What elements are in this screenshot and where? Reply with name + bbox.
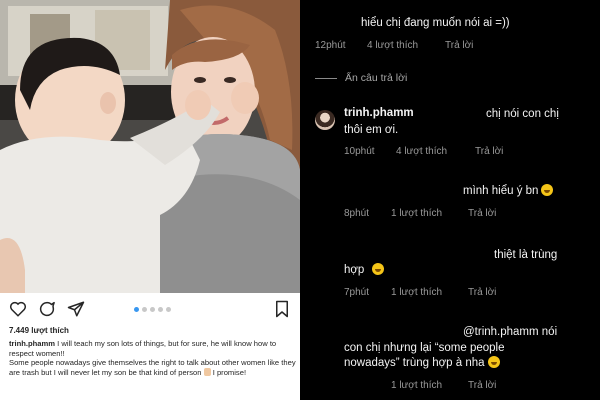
grinning-emoji-icon bbox=[372, 263, 385, 275]
bookmark-icon[interactable] bbox=[273, 300, 291, 318]
carousel-indicator bbox=[134, 307, 171, 312]
reply-button[interactable]: Trả lời bbox=[475, 146, 503, 157]
caption-username[interactable]: trinh.phamm bbox=[9, 339, 55, 348]
like-count[interactable]: 7.449 lượt thích bbox=[9, 326, 69, 335]
comment-likes[interactable]: 1 lượt thích bbox=[391, 287, 442, 298]
comment-text: con chị nhưng lại “some people bbox=[344, 342, 505, 354]
comment-text-content: hợp bbox=[344, 264, 365, 276]
comment-text: thiệt là trùng bbox=[494, 249, 558, 261]
hand-emoji-icon bbox=[203, 367, 211, 376]
comment-likes[interactable]: 4 lượt thích bbox=[396, 146, 447, 157]
reply-button[interactable]: Trả lời bbox=[445, 40, 473, 51]
comment-text: @trinh.phamm nói bbox=[463, 326, 558, 338]
comment-likes[interactable]: 1 lượt thích bbox=[391, 208, 442, 219]
comment-thread bbox=[300, 0, 600, 400]
reply-button[interactable]: Trả lời bbox=[468, 380, 496, 391]
caption-text-2: Some people nowadays give themselves the… bbox=[9, 358, 296, 377]
hide-replies-button[interactable]: Ẩn câu trả lời bbox=[345, 72, 407, 84]
share-icon[interactable] bbox=[67, 300, 85, 318]
comment-likes[interactable]: 1 lượt thích bbox=[391, 380, 442, 391]
carousel-dot bbox=[150, 307, 155, 312]
comment-time: 8phút bbox=[344, 208, 370, 219]
caption-text-3: I promise! bbox=[210, 367, 247, 377]
avatar[interactable] bbox=[315, 110, 335, 130]
carousel-dot bbox=[134, 307, 139, 312]
comment-text-content: nowadays” trùng hợp à nha bbox=[344, 357, 485, 369]
instagram-post: 7.449 lượt thích trinh.phamm I will teac… bbox=[0, 0, 300, 400]
post-action-bar bbox=[0, 296, 300, 322]
carousel-dot bbox=[158, 307, 163, 312]
carousel-dot bbox=[142, 307, 147, 312]
comment-time: 12phút bbox=[315, 40, 346, 51]
comment-text: hợp bbox=[344, 263, 385, 278]
comment-username[interactable]: trinh.phamm bbox=[344, 107, 414, 119]
reply-button[interactable]: Trả lời bbox=[468, 208, 496, 219]
reply-button[interactable]: Trả lời bbox=[468, 287, 496, 298]
post-photo[interactable] bbox=[0, 0, 300, 293]
laughing-emoji-icon bbox=[541, 184, 554, 196]
comment-likes[interactable]: 4 lượt thích bbox=[367, 40, 418, 51]
carousel-dot bbox=[166, 307, 171, 312]
comment-icon[interactable] bbox=[38, 300, 56, 318]
comment-text-content: mình hiểu ý bn bbox=[463, 185, 539, 197]
laughing-emoji-icon bbox=[487, 356, 500, 368]
comment-text: mình hiểu ý bn bbox=[463, 184, 554, 199]
comment-text: chị nói con chị bbox=[486, 108, 559, 120]
post-caption: trinh.phamm I will teach my son lots of … bbox=[9, 339, 297, 377]
comment-time: 7phút bbox=[344, 287, 370, 298]
comment-text: hiểu chị đang muốn nói ai =)) bbox=[361, 17, 510, 29]
hide-replies-line bbox=[315, 78, 337, 79]
comment-text: nowadays” trùng hợp à nha bbox=[344, 356, 500, 371]
comment-text: thôi em ơi. bbox=[344, 124, 399, 136]
heart-icon[interactable] bbox=[9, 300, 27, 318]
comment-time: 10phút bbox=[344, 146, 375, 157]
